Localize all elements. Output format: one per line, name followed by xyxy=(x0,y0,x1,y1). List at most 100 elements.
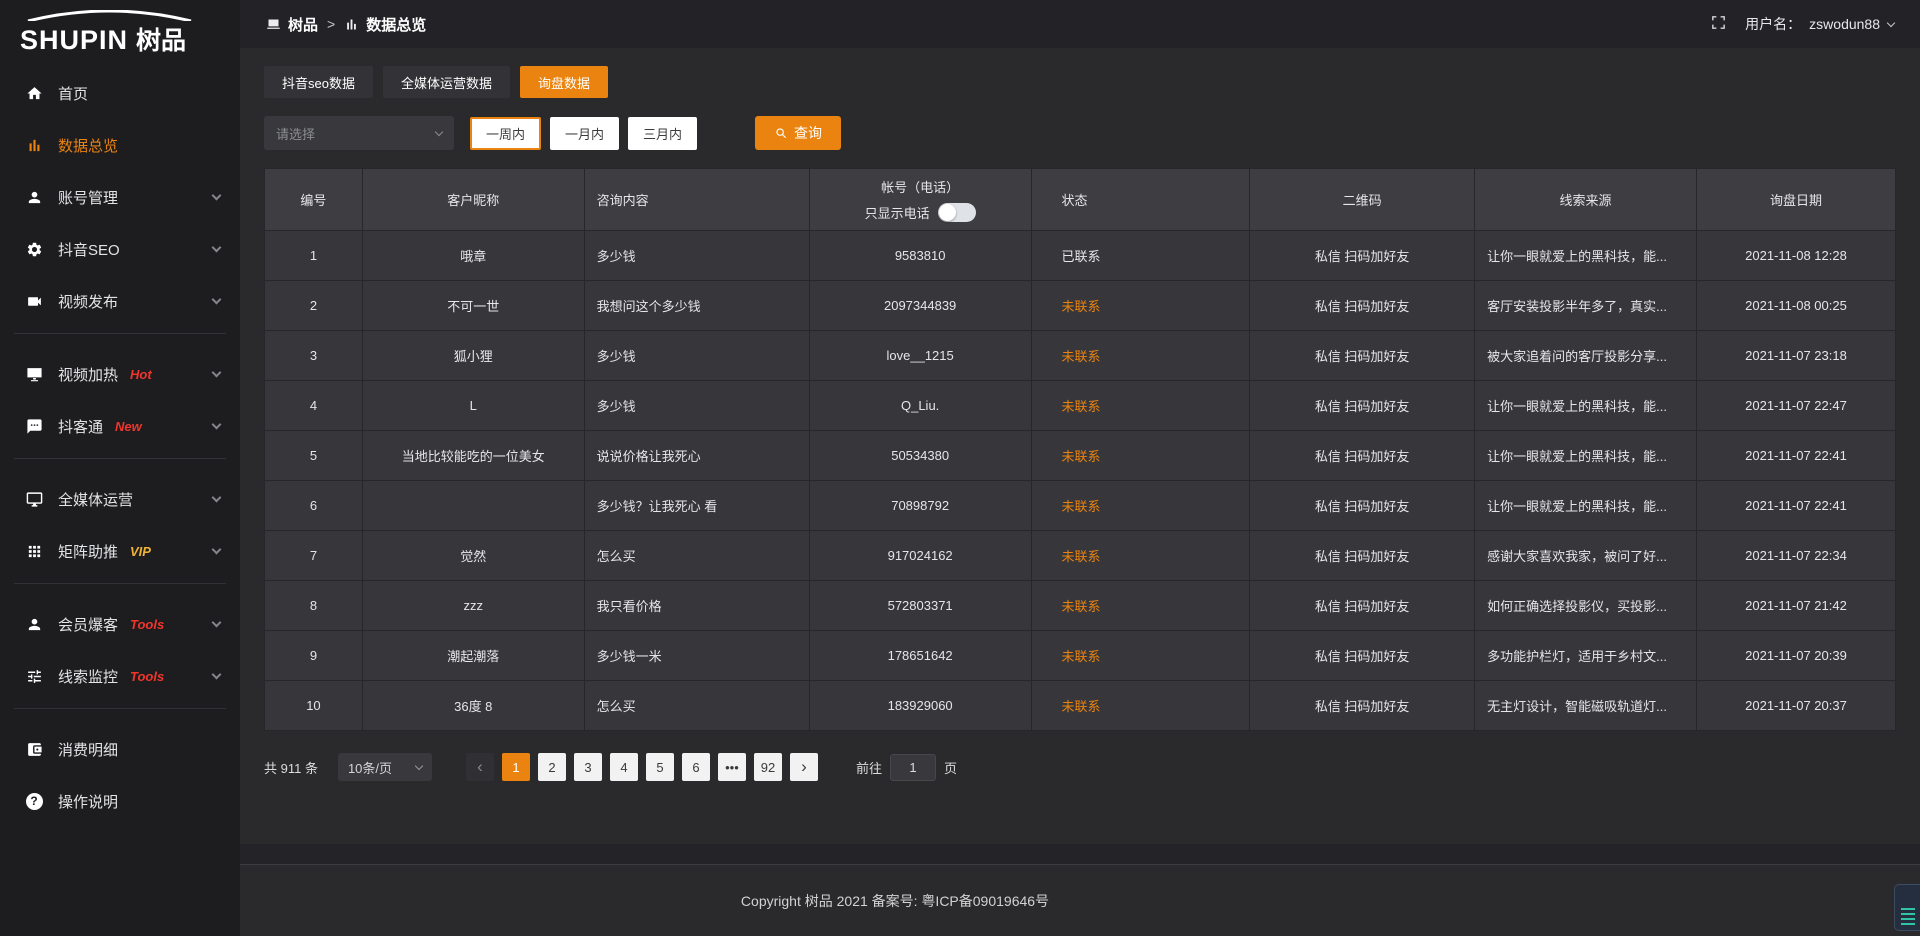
cell-qrcode-link[interactable]: 私信 扫码加好友 xyxy=(1250,581,1475,631)
cell-account: 70898792 xyxy=(809,481,1031,531)
phone-only-toggle[interactable] xyxy=(938,203,976,222)
widget-bar xyxy=(1901,913,1915,915)
logo-arc xyxy=(22,10,197,21)
range-month-button[interactable]: 一月内 xyxy=(550,117,619,150)
range-quarter-button[interactable]: 三月内 xyxy=(628,117,697,150)
filter-bar: 请选择 一周内 一月内 三月内 查询 xyxy=(264,116,1896,150)
table-row: 7 觉然 怎么买 917024162 未联系 私信 扫码加好友 感谢大家喜欢我家… xyxy=(265,531,1896,581)
sidebar-item-label: 会员爆客 xyxy=(58,614,118,635)
breadcrumb-root[interactable]: 树品 xyxy=(288,14,318,35)
sidebar-item-account-mgmt[interactable]: 账号管理 xyxy=(0,177,240,217)
sidebar-item-help[interactable]: 操作说明 xyxy=(0,781,240,821)
floating-widget[interactable] xyxy=(1894,884,1920,931)
cell-source-link[interactable]: 感谢大家喜欢我家，被问了好... xyxy=(1475,531,1697,581)
tools-badge: Tools xyxy=(130,669,164,684)
page-button-1[interactable]: 1 xyxy=(502,753,530,781)
sidebar-item-omni-media[interactable]: 全媒体运营 xyxy=(0,479,240,519)
sidebar-item-douyin-seo[interactable]: 抖音SEO xyxy=(0,229,240,269)
sidebar-item-matrix-boost[interactable]: 矩阵助推 VIP xyxy=(0,531,240,571)
cell-no: 8 xyxy=(265,581,363,631)
cell-content: 多少钱 xyxy=(584,381,809,431)
per-page-select[interactable]: 10条/页 xyxy=(338,753,432,781)
goto-page-input[interactable] xyxy=(890,754,936,781)
page-footer: Copyright 树品 2021 备案号: 粤ICP备09019646号 xyxy=(240,864,1920,936)
cell-nickname: 当地比较能吃的一位美女 xyxy=(362,431,584,481)
cell-status: 未联系 xyxy=(1031,531,1250,581)
cell-source-link[interactable]: 多功能护栏灯，适用于乡村文... xyxy=(1475,631,1697,681)
cell-source-link[interactable]: 让你一眼就爱上的黑科技，能... xyxy=(1475,481,1697,531)
user-dropdown[interactable]: 用户名：zswodun88 xyxy=(1745,14,1894,34)
tab-omni-media-data[interactable]: 全媒体运营数据 xyxy=(383,66,510,98)
cell-qrcode-link[interactable]: 私信 扫码加好友 xyxy=(1250,681,1475,731)
cell-source-link[interactable]: 让你一眼就爱上的黑科技，能... xyxy=(1475,381,1697,431)
page-button-5[interactable]: 5 xyxy=(646,753,674,781)
chevron-down-icon xyxy=(435,127,443,135)
widget-bar xyxy=(1901,918,1915,920)
topbar: 树品 > 数据总览 用户名：zswodun88 xyxy=(240,0,1920,48)
cell-account: 50534380 xyxy=(809,431,1031,481)
cell-source-link[interactable]: 如何正确选择投影仪，买投影... xyxy=(1475,581,1697,631)
tab-douyin-seo-data[interactable]: 抖音seo数据 xyxy=(264,66,373,98)
cell-date: 2021-11-07 20:39 xyxy=(1696,631,1895,681)
sidebar-item-label: 视频加热 xyxy=(58,364,118,385)
sidebar-item-label: 抖客通 xyxy=(58,416,103,437)
cell-date: 2021-11-08 00:25 xyxy=(1696,281,1895,331)
sidebar-item-home[interactable]: 首页 xyxy=(0,73,240,113)
fullscreen-icon[interactable] xyxy=(1710,14,1727,34)
cell-source-link[interactable]: 被大家追着问的客厅投影分享... xyxy=(1475,331,1697,381)
page-button-6[interactable]: 6 xyxy=(682,753,710,781)
page-button-2[interactable]: 2 xyxy=(538,753,566,781)
page-button-3[interactable]: 3 xyxy=(574,753,602,781)
cell-source-link[interactable]: 无主灯设计，智能磁吸轨道灯... xyxy=(1475,681,1697,731)
cell-qrcode-link[interactable]: 私信 扫码加好友 xyxy=(1250,481,1475,531)
sidebar-item-member-burst[interactable]: 会员爆客 Tools xyxy=(0,604,240,644)
cell-content: 多少钱 xyxy=(584,331,809,381)
sidebar-item-video-publish[interactable]: 视频发布 xyxy=(0,281,240,321)
tab-inquiry-data[interactable]: 询盘数据 xyxy=(520,66,608,98)
col-header-nickname: 客户昵称 xyxy=(362,169,584,231)
sidebar-item-data-overview[interactable]: 数据总览 xyxy=(0,125,240,165)
chevron-down-icon xyxy=(212,294,222,304)
page-button-92[interactable]: 92 xyxy=(754,753,782,781)
sidebar-item-video-heat[interactable]: 视频加热 Hot xyxy=(0,354,240,394)
cell-qrcode-link[interactable]: 私信 扫码加好友 xyxy=(1250,331,1475,381)
goto-label: 前往 xyxy=(856,758,882,777)
chevron-down-icon xyxy=(212,242,222,252)
range-week-button[interactable]: 一周内 xyxy=(470,117,541,150)
chevron-down-icon xyxy=(212,190,222,200)
cell-qrcode-link[interactable]: 私信 扫码加好友 xyxy=(1250,381,1475,431)
chevron-down-icon xyxy=(212,544,222,554)
cell-source-link[interactable]: 客厅安装投影半年多了，真实... xyxy=(1475,281,1697,331)
cell-source-link[interactable]: 让你一眼就爱上的黑科技，能... xyxy=(1475,231,1697,281)
sidebar-item-lead-monitor[interactable]: 线索监控 Tools xyxy=(0,656,240,696)
page-button-4[interactable]: 4 xyxy=(610,753,638,781)
cell-date: 2021-11-07 22:41 xyxy=(1696,481,1895,531)
page-ellipsis-button[interactable]: ••• xyxy=(718,753,746,781)
col-header-date: 询盘日期 xyxy=(1696,169,1895,231)
table-row: 8 zzz 我只看价格 572803371 未联系 私信 扫码加好友 如何正确选… xyxy=(265,581,1896,631)
quick-range-group: 一周内 一月内 三月内 xyxy=(470,117,697,150)
tv-icon xyxy=(24,364,44,384)
sidebar-item-spend-detail[interactable]: 消费明细 xyxy=(0,729,240,769)
cell-date: 2021-11-07 20:37 xyxy=(1696,681,1895,731)
cell-qrcode-link[interactable]: 私信 扫码加好友 xyxy=(1250,631,1475,681)
pagination: 共 911 条 10条/页 ‹ 1 2 3 4 5 6 ••• 92 › 前往 … xyxy=(264,753,1896,781)
search-button-label: 查询 xyxy=(794,123,822,143)
cell-source-link[interactable]: 让你一眼就爱上的黑科技，能... xyxy=(1475,431,1697,481)
cell-qrcode-link[interactable]: 私信 扫码加好友 xyxy=(1250,431,1475,481)
sidebar-item-doketong[interactable]: 抖客通 New xyxy=(0,406,240,446)
sidebar-item-label: 矩阵助推 xyxy=(58,541,118,562)
sidebar-item-label: 视频发布 xyxy=(58,291,118,312)
next-page-button[interactable]: › xyxy=(790,753,818,781)
cell-content: 多少钱？让我死心 看 xyxy=(584,481,809,531)
prev-page-button[interactable]: ‹ xyxy=(466,753,494,781)
cell-qrcode-link[interactable]: 私信 扫码加好友 xyxy=(1250,531,1475,581)
vip-badge: VIP xyxy=(130,544,151,559)
cell-qrcode-link[interactable]: 私信 扫码加好友 xyxy=(1250,231,1475,281)
search-button[interactable]: 查询 xyxy=(755,116,841,150)
copyright-text: Copyright 树品 2021 备案号: 粤ICP备09019646号 xyxy=(741,891,1049,911)
main-area: 树品 > 数据总览 用户名：zswodun88 抖音seo数据 全媒体运营数据 … xyxy=(240,0,1920,936)
cell-status: 未联系 xyxy=(1031,681,1250,731)
cell-qrcode-link[interactable]: 私信 扫码加好友 xyxy=(1250,281,1475,331)
filter-select[interactable]: 请选择 xyxy=(264,116,454,150)
